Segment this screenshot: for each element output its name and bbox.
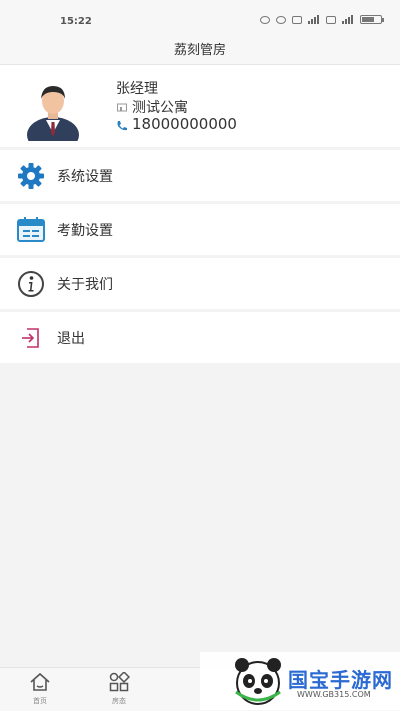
phone-number: 18000000000 xyxy=(132,115,237,133)
panda-logo-icon xyxy=(235,658,281,705)
hd-icon xyxy=(292,15,302,24)
nav-label: 首页 xyxy=(33,697,47,705)
settings-menu: 系统设置 考勤设置 关于我们 退出 xyxy=(0,150,400,366)
watermark-sub: WWW.GB315.COM xyxy=(297,690,371,699)
menu-label: 系统设置 xyxy=(57,168,113,185)
status-icons xyxy=(260,14,384,24)
bluetooth-icon xyxy=(260,15,270,24)
profile-phone: 18000000000 xyxy=(116,115,237,133)
apartment-name: 测试公寓 xyxy=(132,100,188,116)
status-time: 15:22 xyxy=(60,16,92,27)
nav-item-apps[interactable]: 房态 xyxy=(89,670,149,706)
avatar xyxy=(22,79,84,153)
home-icon xyxy=(29,672,51,694)
signal-icon xyxy=(308,14,320,24)
logout-icon xyxy=(15,322,47,354)
nav-label: 房态 xyxy=(112,697,126,705)
menu-label: 退出 xyxy=(57,330,85,347)
calendar-icon xyxy=(15,214,47,246)
profile-card: 张经理 测试公寓 18000000000 xyxy=(0,65,400,153)
profile-apartment: 测试公寓 xyxy=(116,97,188,117)
menu-item-logout[interactable]: 退出 xyxy=(0,312,400,366)
building-icon xyxy=(116,101,128,113)
watermark-text: 国宝手游网 xyxy=(288,668,393,692)
page-title: 荔刻管房 xyxy=(173,42,226,58)
watermark: 国宝手游网 WWW.GB315.COM xyxy=(200,652,400,710)
status-bar: 15:22 xyxy=(0,0,400,32)
alarm-icon xyxy=(276,15,286,24)
menu-label: 考勤设置 xyxy=(57,222,113,239)
menu-label: 关于我们 xyxy=(57,276,113,293)
battery-icon xyxy=(360,15,384,24)
nav-item-home[interactable]: 首页 xyxy=(10,672,70,706)
title-bar: 荔刻管房 xyxy=(0,32,400,65)
phone-icon xyxy=(116,118,128,131)
menu-item-system-settings[interactable]: 系统设置 xyxy=(0,150,400,204)
menu-item-about-us[interactable]: 关于我们 xyxy=(0,258,400,312)
gear-icon xyxy=(15,160,47,192)
signal-icon-2 xyxy=(342,14,354,24)
menu-item-attendance-settings[interactable]: 考勤设置 xyxy=(0,204,400,258)
hd-icon-2 xyxy=(326,15,336,24)
info-icon xyxy=(15,268,47,300)
apps-icon xyxy=(108,670,131,694)
profile-name: 张经理 xyxy=(116,81,158,97)
